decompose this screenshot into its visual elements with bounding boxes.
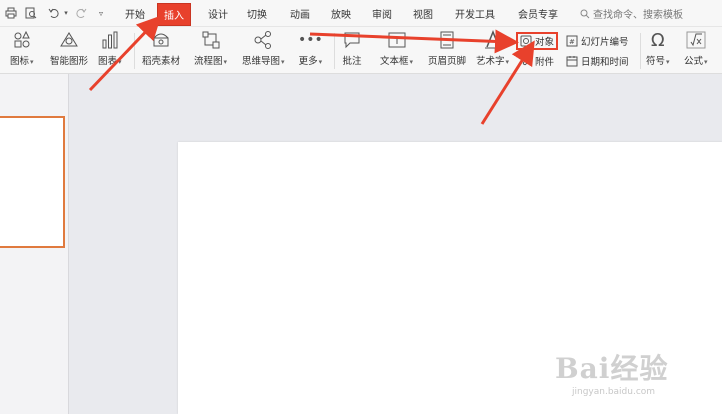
search-icon (580, 9, 590, 18)
chevron-down-icon: ▾ (505, 58, 510, 66)
textbox-icon (387, 29, 407, 51)
flowchart-button[interactable]: 流程图▾ (194, 29, 227, 67)
chevron-down-icon: ▾ (318, 58, 323, 66)
paperclip-icon (520, 55, 532, 67)
daoke-materials-button[interactable]: 稻壳素材 (142, 29, 180, 67)
symbol-label: 符号 (646, 56, 666, 67)
wordart-button[interactable]: 艺术字▾ (476, 29, 509, 67)
materials-icon (150, 29, 172, 51)
flowchart-icon (201, 29, 221, 51)
redo-icon[interactable] (74, 5, 88, 21)
command-search[interactable]: 查找命令、搜索模板 (580, 6, 683, 21)
tab-design[interactable]: 设计 (208, 6, 228, 21)
undo-dropdown-icon[interactable]: ▾ (62, 5, 70, 21)
chart-button[interactable]: 图表▾ (98, 29, 122, 67)
datetime-label: 日期和时间 (581, 57, 629, 68)
ribbon-divider (134, 33, 135, 69)
chevron-down-icon: ▾ (409, 58, 414, 66)
textbox-label: 文本框 (380, 56, 409, 67)
formula-label: 公式 (684, 56, 704, 67)
slide-thumbnail-pane (0, 74, 69, 414)
formula-button[interactable]: 公式▾ (684, 29, 708, 67)
more-dots-icon: ••• (298, 32, 323, 48)
tab-insert[interactable]: 插入 (157, 3, 191, 26)
mindmap-button[interactable]: 思维导图▾ (242, 29, 285, 67)
object-label: 对象 (535, 37, 555, 48)
header-footer-label: 页眉页脚 (428, 56, 467, 67)
wordart-icon (483, 29, 503, 51)
insert-ribbon: 图标▾ 智能图形 图表▾ 稻壳素材 流程图▾ 思维导图▾ ••• 更多▾ 批注 … (0, 27, 722, 74)
tab-member[interactable]: 会员专享 (518, 6, 558, 21)
wordart-label: 艺术字 (476, 56, 505, 67)
chevron-down-icon: ▾ (223, 58, 228, 66)
svg-text:#: # (569, 38, 575, 46)
slide-number-icon: # (566, 35, 578, 47)
ribbon-divider (334, 33, 335, 69)
smartart-label: 智能图形 (50, 56, 89, 67)
smartart-button[interactable]: 智能图形 (50, 29, 88, 67)
tab-animation[interactable]: 动画 (290, 6, 310, 21)
calendar-icon (566, 55, 578, 67)
header-footer-icon (437, 29, 457, 51)
tab-developer[interactable]: 开发工具 (455, 6, 495, 21)
textbox-button[interactable]: 文本框▾ (380, 29, 413, 67)
chevron-down-icon: ▾ (281, 58, 285, 66)
tab-home[interactable]: 开始 (125, 6, 145, 21)
customize-toolbar-icon[interactable]: ▿ (96, 5, 106, 21)
tab-transition[interactable]: 切换 (247, 6, 267, 21)
chevron-down-icon: ▾ (118, 58, 122, 66)
slide-number-button[interactable]: # 幻灯片编号 (566, 34, 629, 48)
tab-review[interactable]: 审阅 (372, 6, 392, 21)
more-button[interactable]: ••• 更多▾ (298, 29, 323, 67)
undo-icon[interactable] (46, 5, 62, 21)
formula-icon (686, 29, 706, 51)
omega-icon: Ω (650, 29, 665, 51)
slide-number-label: 幻灯片编号 (581, 37, 629, 48)
search-placeholder: 查找命令、搜索模板 (593, 10, 683, 21)
datetime-button[interactable]: 日期和时间 (566, 54, 629, 68)
watermark-url: jingyan.baidu.com (572, 387, 656, 397)
icons-label: 图标 (10, 56, 30, 67)
tab-view[interactable]: 视图 (413, 6, 433, 21)
watermark-logo: Bai经验 (555, 352, 669, 385)
print-preview-icon[interactable] (24, 5, 38, 21)
icons-icon (12, 29, 32, 51)
chevron-down-icon: ▾ (704, 58, 708, 66)
chevron-down-icon: ▾ (666, 58, 670, 66)
attachment-button[interactable]: 附件 (520, 54, 554, 68)
menu-tab-bar: ▾ ▿ 开始 插入 设计 切换 动画 放映 审阅 视图 开发工具 会员专享 查找… (0, 0, 722, 27)
comment-button[interactable]: 批注 (342, 29, 362, 67)
chart-label: 图表 (98, 56, 118, 67)
attachment-label: 附件 (535, 57, 555, 68)
mindmap-label: 思维导图 (242, 56, 281, 67)
object-icon (520, 35, 532, 47)
flowchart-label: 流程图 (194, 56, 223, 67)
bar-chart-icon (100, 29, 120, 51)
header-footer-button[interactable]: 页眉页脚 (428, 29, 466, 67)
ribbon-divider (640, 33, 641, 69)
print-icon[interactable] (4, 5, 18, 21)
symbol-button[interactable]: Ω 符号▾ (646, 29, 670, 68)
mindmap-icon (253, 29, 273, 51)
more-label: 更多 (298, 56, 318, 67)
comment-icon (342, 29, 362, 51)
icons-button[interactable]: 图标▾ (10, 29, 34, 67)
daoke-materials-label: 稻壳素材 (142, 56, 181, 67)
tab-slideshow[interactable]: 放映 (331, 6, 351, 21)
object-button[interactable]: 对象 (516, 32, 559, 50)
smartart-icon (58, 29, 80, 51)
chevron-down-icon: ▾ (30, 58, 34, 66)
slide-thumbnail[interactable] (0, 116, 65, 248)
comment-label: 批注 (342, 56, 362, 67)
